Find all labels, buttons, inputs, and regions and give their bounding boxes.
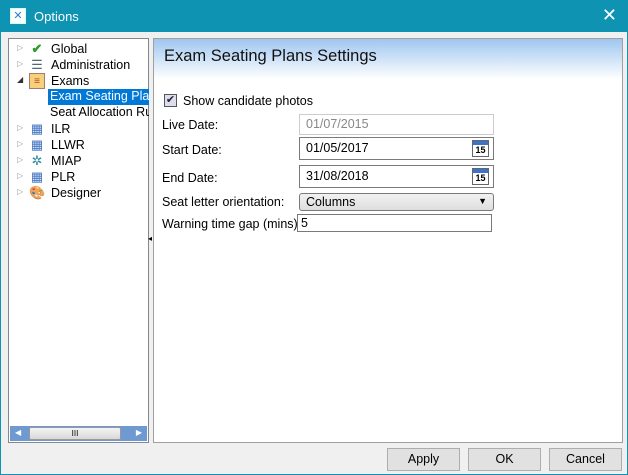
orientation-value: Columns (306, 195, 356, 209)
start-date-label: Start Date: (162, 143, 222, 157)
expand-icon[interactable]: ▷ (17, 155, 23, 164)
warning-gap-input[interactable]: 5 (297, 214, 492, 232)
splitter-handle[interactable]: ◂ (148, 234, 152, 243)
end-date-field[interactable]: 31/08/2018 15 (299, 165, 494, 188)
close-icon[interactable]: ✕ (602, 5, 617, 26)
palette-icon: 🎨 (29, 185, 46, 200)
window-title: Options (34, 9, 79, 24)
settings-header: Exam Seating Plans Settings (154, 39, 622, 79)
ok-button[interactable]: OK (468, 448, 541, 471)
miap-icon: ✲ (31, 153, 43, 168)
scroll-left-icon[interactable]: ◀ (15, 428, 21, 437)
options-window: ✕ Options ✕ ▷ ✔ Global ▷ ☰ Administration ◢ ≡… (0, 0, 628, 475)
expand-icon[interactable]: ▷ (17, 123, 23, 132)
apply-button[interactable]: Apply (387, 448, 460, 471)
orientation-select[interactable]: Columns ▼ (299, 193, 494, 211)
cancel-button[interactable]: Cancel (549, 448, 622, 471)
warning-gap-label: Warning time gap (mins): (162, 217, 302, 231)
tree-item-seat-allocation[interactable]: Seat Allocation Ru (48, 105, 149, 121)
scroll-right-icon[interactable]: ▶ (136, 428, 142, 437)
start-date-field[interactable]: 01/05/2017 15 (299, 137, 494, 160)
app-icon: ✕ (10, 8, 26, 24)
exam-icon: ≡ (29, 73, 45, 89)
horizontal-scrollbar[interactable]: ◀ III ▶ (10, 426, 147, 441)
list-icon: ☰ (31, 57, 43, 72)
calendar-icon[interactable]: 15 (472, 140, 489, 157)
grid-icon: ▦ (30, 121, 44, 136)
live-date-field: 01/07/2015 (299, 114, 494, 135)
calendar-icon[interactable]: 15 (472, 168, 489, 185)
plr-icon: ▦ (30, 169, 44, 184)
options-tree: ▷ ✔ Global ▷ ☰ Administration ◢ ≡ Exams Exam S… (8, 38, 149, 443)
end-date-value: 31/08/2018 (306, 169, 369, 183)
collapse-icon[interactable]: ◢ (17, 75, 23, 84)
checkmark-icon: ✔ (31, 41, 43, 56)
tree-item-exam-seating-plan[interactable]: Exam Seating Plan (48, 89, 149, 105)
chevron-down-icon: ▼ (478, 196, 487, 206)
title-bar: ✕ Options ✕ (1, 1, 627, 32)
settings-panel: Exam Seating Plans Settings ✔ Show candi… (153, 38, 623, 443)
grid-icon: ▦ (30, 137, 44, 152)
scroll-thumb[interactable]: III (29, 427, 121, 440)
expand-icon[interactable]: ▷ (17, 139, 23, 148)
show-photos-label: Show candidate photos (183, 94, 313, 108)
expand-icon[interactable]: ▷ (17, 171, 23, 180)
expand-icon[interactable]: ▷ (17, 187, 23, 196)
page-title: Exam Seating Plans Settings (164, 47, 377, 65)
start-date-value: 01/05/2017 (306, 141, 369, 155)
show-photos-checkbox[interactable]: ✔ (164, 94, 177, 107)
end-date-label: End Date: (162, 171, 218, 185)
expand-icon[interactable]: ▷ (17, 59, 23, 68)
expand-icon[interactable]: ▷ (17, 43, 23, 52)
live-date-label: Live Date: (162, 118, 219, 132)
orientation-label: Seat letter orientation: (162, 195, 285, 209)
